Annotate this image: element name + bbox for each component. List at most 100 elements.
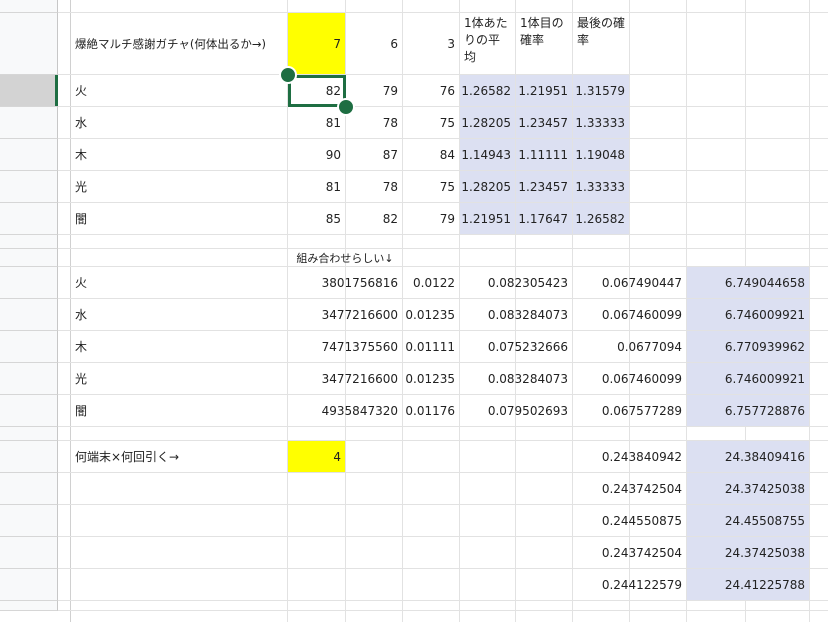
cell-r541-c7[interactable]: 0.067460099 [573, 299, 687, 331]
cell-r543-c1[interactable]: 光 [71, 363, 288, 395]
row-header-550[interactable] [0, 569, 58, 601]
cell-r534-c3[interactable]: 78 [346, 107, 403, 139]
cell-r533-c7[interactable]: 1.31579 [573, 75, 630, 107]
row-header-547[interactable] [0, 473, 58, 505]
cell-r537-c2[interactable]: 85 [288, 203, 346, 235]
row-header-551[interactable] [0, 601, 58, 611]
cell-r548-c7[interactable]: 0.244550875 [573, 505, 687, 537]
cell-r540-c4[interactable]: 0.0122 [403, 267, 460, 299]
cell-r533-c3[interactable]: 79 [346, 75, 403, 107]
row-header-532[interactable] [0, 13, 58, 75]
cell-r539-c2[interactable]: 組み合わせらしい↓ [288, 249, 403, 267]
row-header-536[interactable] [0, 171, 58, 203]
cell-r549-c7[interactable]: 0.243742504 [573, 537, 687, 569]
cell-r544-c1[interactable]: 闇 [71, 395, 288, 427]
cell-r535-c5[interactable]: 1.14943 [460, 139, 516, 171]
cell-r536-c2[interactable]: 81 [288, 171, 346, 203]
row-header-534[interactable] [0, 107, 58, 139]
cell-r532-c7[interactable]: 最後の確率 [573, 13, 630, 75]
selection-handle-bottom[interactable] [337, 98, 355, 116]
cell-r546-c1[interactable]: 何端末×何回引く→ [71, 441, 288, 473]
cell-r541-c1[interactable]: 水 [71, 299, 288, 331]
row-header-535[interactable] [0, 139, 58, 171]
row-header-538[interactable] [0, 235, 58, 249]
cell-r534-c7[interactable]: 1.33333 [573, 107, 630, 139]
cell-r535-c6[interactable]: 1.11111 [516, 139, 573, 171]
cell-r537-c4[interactable]: 79 [403, 203, 460, 235]
cell-r535-c2[interactable]: 90 [288, 139, 346, 171]
cell-r546-c9[interactable]: 24.38409416 [687, 441, 810, 473]
row-header-531[interactable] [0, 0, 58, 13]
cell-r541-c4[interactable]: 0.01235 [403, 299, 460, 331]
cell-r542-c7[interactable]: 0.0677094 [573, 331, 687, 363]
cell-r546-c7[interactable]: 0.243840942 [573, 441, 687, 473]
cell-r536-c1[interactable]: 光 [71, 171, 288, 203]
cell-r534-c2[interactable]: 81 [288, 107, 346, 139]
cell-r540-c2[interactable]: 3801756816 [288, 267, 403, 299]
cell-r550-c9[interactable]: 24.41225788 [687, 569, 810, 601]
cell-r533-c4[interactable]: 76 [403, 75, 460, 107]
cell-r541-c5[interactable]: 0.083284073 [460, 299, 573, 331]
cell-r537-c1[interactable]: 闇 [71, 203, 288, 235]
row-header-545[interactable] [0, 427, 58, 441]
cell-r537-c6[interactable]: 1.17647 [516, 203, 573, 235]
row-header-541[interactable] [0, 299, 58, 331]
row-header-548[interactable] [0, 505, 58, 537]
cell-r537-c3[interactable]: 82 [346, 203, 403, 235]
cell-r540-c7[interactable]: 0.067490447 [573, 267, 687, 299]
row-header-537[interactable] [0, 203, 58, 235]
row-header-549[interactable] [0, 537, 58, 569]
cell-r536-c5[interactable]: 1.28205 [460, 171, 516, 203]
cell-r543-c4[interactable]: 0.01235 [403, 363, 460, 395]
cell-r533-c5[interactable]: 1.26582 [460, 75, 516, 107]
cell-r536-c6[interactable]: 1.23457 [516, 171, 573, 203]
cell-r549-c9[interactable]: 24.37425038 [687, 537, 810, 569]
cell-r541-c2[interactable]: 3477216600 [288, 299, 403, 331]
cell-r547-c9[interactable]: 24.37425038 [687, 473, 810, 505]
cell-r543-c2[interactable]: 3477216600 [288, 363, 403, 395]
cell-r542-c9[interactable]: 6.770939962 [687, 331, 810, 363]
row-header-533[interactable] [0, 75, 58, 107]
cell-r542-c2[interactable]: 7471375560 [288, 331, 403, 363]
cell-r536-c3[interactable]: 78 [346, 171, 403, 203]
row-header-543[interactable] [0, 363, 58, 395]
selection-handle-top[interactable] [279, 66, 297, 84]
cell-r533-c1[interactable]: 火 [71, 75, 288, 107]
cell-r543-c5[interactable]: 0.083284073 [460, 363, 573, 395]
cell-r535-c4[interactable]: 84 [403, 139, 460, 171]
row-header-544[interactable] [0, 395, 58, 427]
cell-r535-c3[interactable]: 87 [346, 139, 403, 171]
cell-r532-c5[interactable]: 1体あたりの平均 [460, 13, 516, 75]
row-header-542[interactable] [0, 331, 58, 363]
cell-r548-c9[interactable]: 24.45508755 [687, 505, 810, 537]
row-header-546[interactable] [0, 441, 58, 473]
cell-r534-c5[interactable]: 1.28205 [460, 107, 516, 139]
row-header-539[interactable] [0, 249, 58, 267]
cell-r540-c5[interactable]: 0.082305423 [460, 267, 573, 299]
cell-r544-c5[interactable]: 0.079502693 [460, 395, 573, 427]
cell-r547-c7[interactable]: 0.243742504 [573, 473, 687, 505]
cell-r543-c7[interactable]: 0.067460099 [573, 363, 687, 395]
cell-r541-c9[interactable]: 6.746009921 [687, 299, 810, 331]
cell-r532-c1[interactable]: 爆絶マルチ感謝ガチャ(何体出るか→) [71, 13, 288, 75]
cell-r546-c2[interactable]: 4 [288, 441, 346, 473]
cell-r534-c1[interactable]: 水 [71, 107, 288, 139]
cell-r536-c7[interactable]: 1.33333 [573, 171, 630, 203]
cell-r540-c1[interactable]: 火 [71, 267, 288, 299]
cell-r533-c6[interactable]: 1.21951 [516, 75, 573, 107]
cell-r537-c5[interactable]: 1.21951 [460, 203, 516, 235]
cell-r550-c7[interactable]: 0.244122579 [573, 569, 687, 601]
cell-r544-c9[interactable]: 6.757728876 [687, 395, 810, 427]
cell-r536-c4[interactable]: 75 [403, 171, 460, 203]
cell-r542-c5[interactable]: 0.075232666 [460, 331, 573, 363]
cell-r534-c4[interactable]: 75 [403, 107, 460, 139]
cell-r535-c1[interactable]: 木 [71, 139, 288, 171]
cell-r544-c4[interactable]: 0.01176 [403, 395, 460, 427]
cell-r544-c2[interactable]: 4935847320 [288, 395, 403, 427]
cell-r537-c7[interactable]: 1.26582 [573, 203, 630, 235]
cell-r532-c3[interactable]: 6 [346, 13, 403, 75]
spreadsheet-grid[interactable]: 爆絶マルチ感謝ガチャ(何体出るか→) 7 6 3 1体あたりの平均 1体目の確率 最後の確率… [0, 0, 828, 622]
cell-r535-c7[interactable]: 1.19048 [573, 139, 630, 171]
cell-r532-c4[interactable]: 3 [403, 13, 460, 75]
cell-r543-c9[interactable]: 6.746009921 [687, 363, 810, 395]
